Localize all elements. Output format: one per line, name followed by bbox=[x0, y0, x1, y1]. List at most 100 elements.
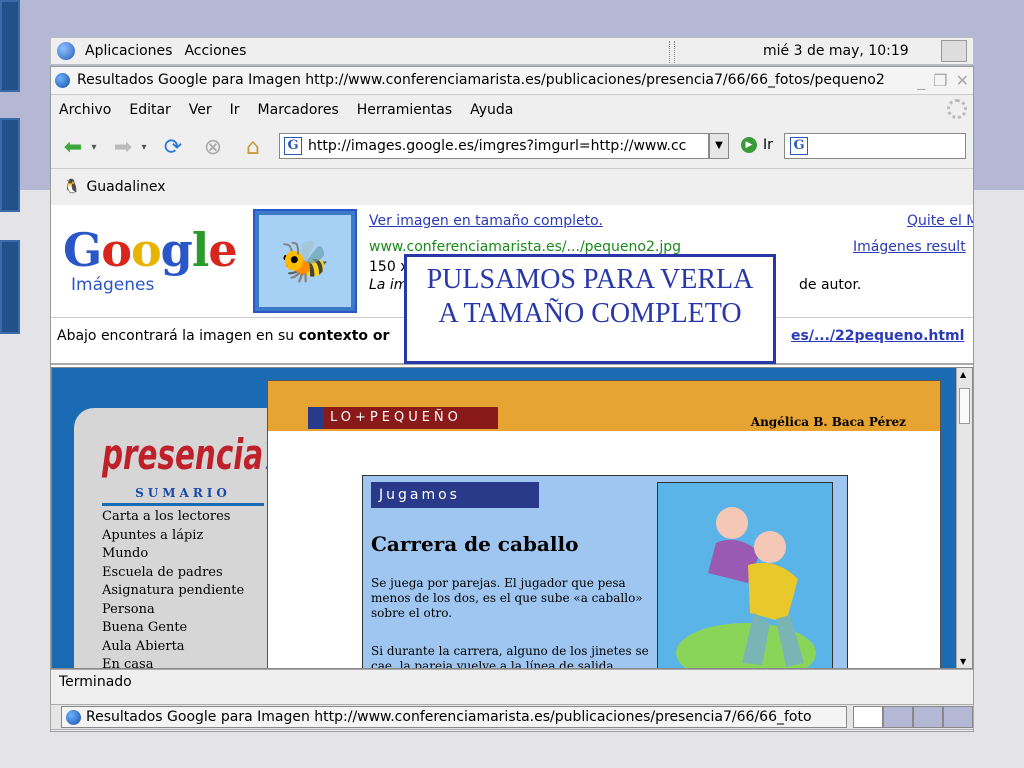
globe-icon bbox=[55, 73, 70, 88]
url-dropdown-button[interactable]: ▼ bbox=[709, 133, 729, 159]
home-icon[interactable]: ⌂ bbox=[239, 133, 267, 161]
menu-ayuda[interactable]: Ayuda bbox=[470, 102, 513, 118]
image-thumbnail[interactable]: 🐝 bbox=[253, 209, 357, 313]
go-icon: ▶ bbox=[741, 137, 757, 153]
sumario-item[interactable]: Carta a los lectores bbox=[102, 508, 244, 527]
sumario-item[interactable]: Persona bbox=[102, 601, 244, 620]
frame-scrollbar[interactable]: ▲ ▼ bbox=[956, 368, 972, 668]
menu-marcadores[interactable]: Marcadores bbox=[258, 102, 339, 118]
slide-bar-2 bbox=[0, 118, 20, 212]
sumario-item[interactable]: Mundo bbox=[102, 545, 244, 564]
gnome-foot-icon[interactable] bbox=[57, 42, 75, 60]
context-bold: contexto or bbox=[298, 328, 390, 344]
minimize-icon[interactable]: _ bbox=[917, 71, 925, 90]
window-title: Resultados Google para Imagen http://www… bbox=[77, 72, 885, 88]
window-controls: _ ❐ ✕ bbox=[917, 71, 969, 90]
google-logo[interactable]: Google bbox=[63, 223, 238, 277]
image-size: 150 x bbox=[369, 259, 409, 275]
reload-icon[interactable]: ⟳ bbox=[159, 133, 187, 161]
maximize-icon[interactable]: ❐ bbox=[933, 71, 947, 90]
article-paragraph-2: Si durante la carrera, alguno de los jin… bbox=[371, 644, 649, 669]
sumario-title: SUMARIO bbox=[102, 486, 264, 506]
menu-bar: Archivo Editar Ver Ir Marcadores Herrami… bbox=[51, 95, 973, 125]
bottom-taskbar: Resultados Google para Imagen http://www… bbox=[50, 704, 974, 730]
go-button[interactable]: ▶ Ir bbox=[741, 137, 773, 153]
menu-acciones[interactable]: Acciones bbox=[184, 43, 246, 59]
google-logo-subtitle: Imágenes bbox=[71, 275, 155, 295]
scroll-down-icon[interactable]: ▼ bbox=[960, 657, 966, 666]
article-title: Carrera de caballo bbox=[371, 532, 579, 556]
url-text: http://images.google.es/imgres?imgurl=ht… bbox=[308, 138, 687, 154]
back-dropdown-icon[interactable]: ▾ bbox=[87, 133, 101, 161]
back-arrow-icon[interactable]: ⬅ bbox=[59, 133, 87, 161]
piggyback-illustration bbox=[657, 482, 833, 668]
bookmarks-toolbar: 🐧 Guadalinex bbox=[51, 169, 973, 205]
article-category: Jugamos bbox=[371, 482, 539, 508]
menu-herramientas[interactable]: Herramientas bbox=[357, 102, 452, 118]
link-full-size[interactable]: Ver imagen en tamaño completo. bbox=[369, 213, 603, 229]
browser-window: Resultados Google para Imagen http://www… bbox=[50, 66, 974, 732]
forward-arrow-icon[interactable]: ➡ bbox=[109, 133, 137, 161]
embedded-page-frame: presencia7 SUMARIO Carta a los lectores … bbox=[51, 367, 973, 669]
sumario-item[interactable]: Buena Gente bbox=[102, 619, 244, 638]
annotation-callout: PULSAMOS PARA VERLA A TAMAÑO COMPLETO bbox=[404, 254, 776, 364]
workspace-3[interactable] bbox=[913, 706, 943, 728]
workspace-2[interactable] bbox=[883, 706, 913, 728]
context-link[interactable]: es/.../22pequeno.html bbox=[791, 328, 964, 344]
bookmark-guadalinex[interactable]: Guadalinex bbox=[86, 179, 165, 195]
presencia-logo[interactable]: presencia7 bbox=[102, 430, 284, 479]
go-label: Ir bbox=[763, 137, 773, 153]
copyright-note: La im bbox=[369, 277, 408, 293]
forward-dropdown-icon[interactable]: ▾ bbox=[137, 133, 151, 161]
google-favicon-icon: G bbox=[284, 137, 302, 155]
menu-aplicaciones[interactable]: Aplicaciones bbox=[85, 43, 172, 59]
workspace-1[interactable] bbox=[853, 706, 883, 728]
taskbar-window-button[interactable]: Resultados Google para Imagen http://www… bbox=[61, 706, 847, 728]
link-remove-frame[interactable]: Quite el M bbox=[907, 213, 973, 229]
sumario-item[interactable]: Apuntes a lápiz bbox=[102, 527, 244, 546]
search-engine-icon[interactable]: G bbox=[790, 137, 808, 155]
article-author: Angélica B. Baca Pérez bbox=[750, 415, 906, 429]
globe-icon bbox=[66, 710, 81, 725]
navigation-toolbar: ⬅ ▾ ➡ ▾ ⟳ ⊗ ⌂ G http://images.google.es/… bbox=[51, 125, 973, 169]
panel-handle[interactable] bbox=[669, 41, 675, 63]
taskbar-window-title: Resultados Google para Imagen http://www… bbox=[86, 709, 812, 725]
throbber-icon bbox=[947, 99, 967, 119]
article-box: Jugamos Carrera de caballo Se juega por … bbox=[362, 475, 848, 669]
top-panel: Aplicaciones Acciones mié 3 de may, 10:1… bbox=[50, 37, 974, 65]
context-text: Abajo encontrará la imagen en su bbox=[57, 328, 295, 344]
url-input[interactable]: G http://images.google.es/imgres?imgurl=… bbox=[279, 133, 709, 159]
image-source-url: www.conferenciamarista.es/.../pequeno2.j… bbox=[369, 239, 681, 255]
stop-icon[interactable]: ⊗ bbox=[199, 133, 227, 161]
sumario-item[interactable]: Escuela de padres bbox=[102, 564, 244, 583]
workspace-4[interactable] bbox=[943, 706, 973, 728]
window-titlebar[interactable]: Resultados Google para Imagen http://www… bbox=[51, 67, 973, 95]
menu-archivo[interactable]: Archivo bbox=[59, 102, 111, 118]
speaker-icon[interactable] bbox=[941, 40, 967, 62]
sumario-item[interactable]: Asignatura pendiente bbox=[102, 582, 244, 601]
article-paragraph-1: Se juega por parejas. El jugador que pes… bbox=[371, 576, 643, 620]
menu-ver[interactable]: Ver bbox=[189, 102, 212, 118]
menu-editar[interactable]: Editar bbox=[129, 102, 170, 118]
status-bar: Terminado bbox=[51, 669, 973, 695]
penguin-icon: 🐧 bbox=[63, 179, 81, 195]
search-input[interactable]: G bbox=[784, 133, 966, 159]
menu-ir[interactable]: Ir bbox=[230, 102, 240, 118]
article-page: LO+PEQUEÑO Angélica B. Baca Pérez Jugamo… bbox=[267, 380, 941, 669]
copyright-note-end: de autor. bbox=[799, 277, 862, 293]
scroll-thumb[interactable] bbox=[959, 388, 970, 424]
callout-line-2: A TAMAÑO COMPLETO bbox=[438, 298, 742, 329]
bee-image: 🐝 bbox=[259, 215, 351, 307]
link-image-results[interactable]: Imágenes result bbox=[853, 239, 966, 255]
panel-clock[interactable]: mié 3 de may, 10:19 bbox=[763, 43, 909, 59]
scroll-up-icon[interactable]: ▲ bbox=[960, 370, 966, 379]
sumario-panel: presencia7 SUMARIO Carta a los lectores … bbox=[74, 408, 284, 668]
sumario-item[interactable]: Aula Abierta bbox=[102, 638, 244, 657]
callout-line-1: PULSAMOS PARA VERLA bbox=[426, 264, 754, 295]
section-tag: LO+PEQUEÑO bbox=[308, 407, 498, 429]
slide-bar-1 bbox=[0, 0, 20, 92]
sumario-item[interactable]: En casa bbox=[102, 656, 244, 668]
sumario-list: Carta a los lectores Apuntes a lápiz Mun… bbox=[102, 508, 244, 668]
close-icon[interactable]: ✕ bbox=[956, 71, 969, 90]
slide-bar-3 bbox=[0, 240, 20, 334]
